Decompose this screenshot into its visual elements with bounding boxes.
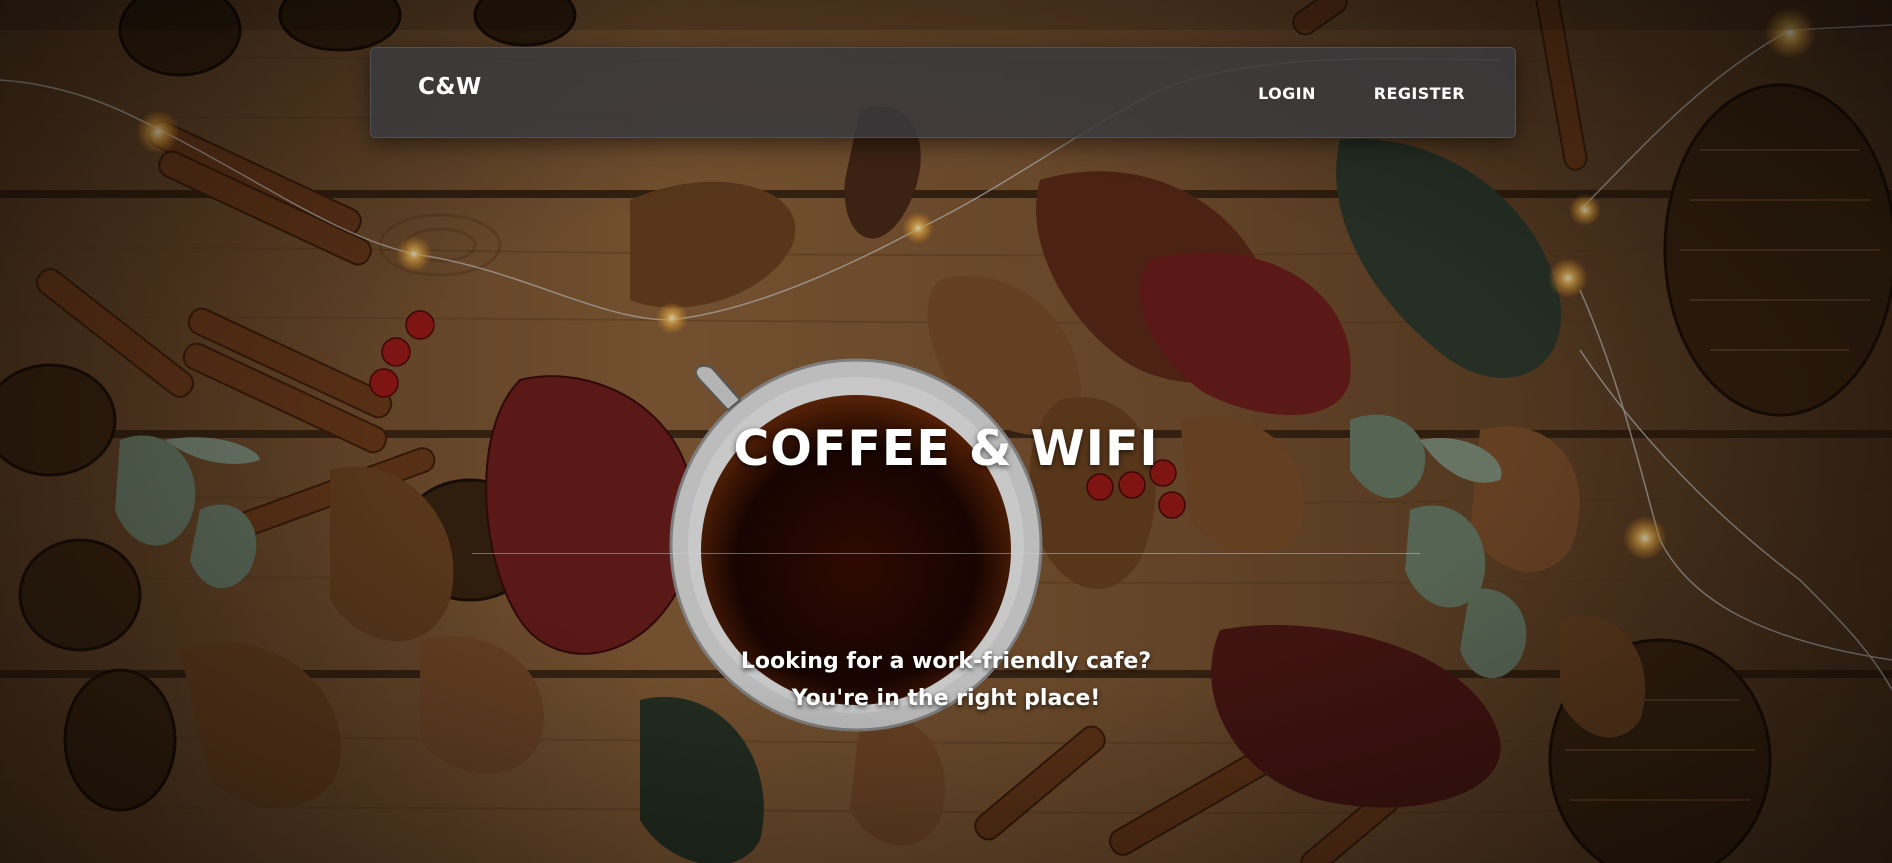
hero-subtitle-line-2: You're in the right place! xyxy=(791,686,1101,711)
page: C&W LOGIN REGISTER COFFEE & WIFI Looking… xyxy=(0,0,1892,863)
brand-logo-link[interactable]: C&W xyxy=(418,74,482,100)
login-link[interactable]: LOGIN xyxy=(1258,84,1316,103)
register-link[interactable]: REGISTER xyxy=(1374,84,1465,103)
nav-links: LOGIN REGISTER xyxy=(1258,84,1465,103)
hero-divider xyxy=(472,553,1420,554)
hero-title: COFFEE & WIFI xyxy=(733,420,1159,477)
hero-subtitle: Looking for a work-friendly cafe? You're… xyxy=(0,643,1892,717)
hero-subtitle-line-1: Looking for a work-friendly cafe? xyxy=(740,649,1152,674)
navbar: C&W LOGIN REGISTER xyxy=(370,47,1516,138)
